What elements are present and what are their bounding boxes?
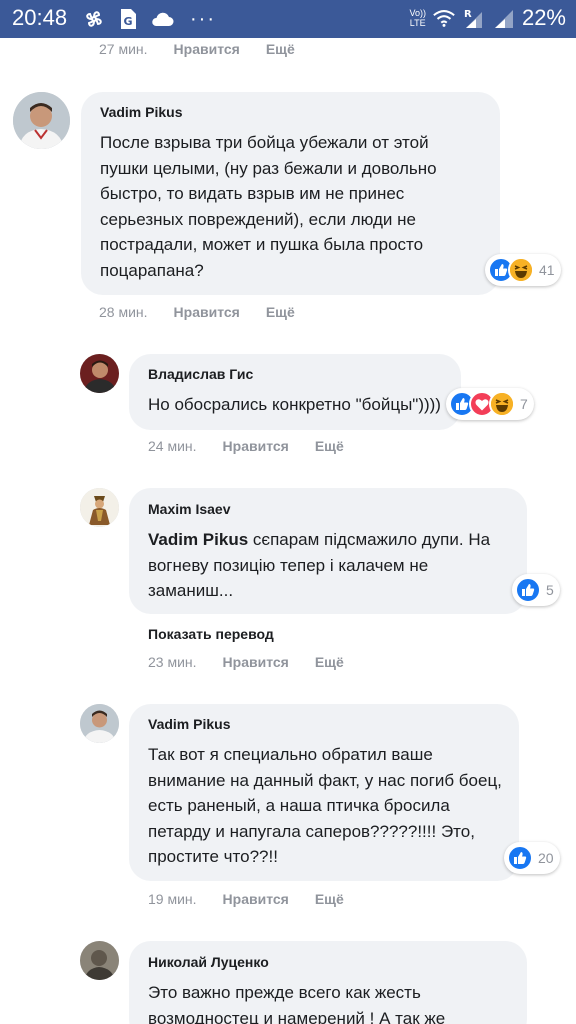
pinwheel-icon bbox=[82, 7, 106, 31]
comment-time: 23 мин. bbox=[148, 654, 197, 670]
more-button[interactable]: Ещё bbox=[315, 438, 344, 454]
reactions-summary[interactable]: 5 bbox=[512, 574, 560, 606]
comment-time: 24 мин. bbox=[148, 438, 197, 454]
comment-line: поцарапана? bbox=[100, 260, 204, 280]
svg-text:G: G bbox=[123, 15, 132, 28]
avatar[interactable] bbox=[80, 488, 119, 527]
comment-author[interactable]: Maxim Isaev bbox=[148, 501, 231, 517]
comment-line: После взрыва три бойца убежали от этой bbox=[100, 133, 429, 152]
volte-top: Vo)) bbox=[409, 8, 426, 18]
show-translation-link[interactable]: Показать перевод bbox=[148, 626, 274, 642]
comment-meta: 27 мин. Нравится Ещё bbox=[99, 41, 295, 57]
comment-line: быстро, то видать взрыв им не принес bbox=[100, 184, 405, 203]
comment-line: пострадали, может и пушка была просто bbox=[100, 235, 424, 254]
like-button[interactable]: Нравится bbox=[223, 891, 289, 907]
signal-icon bbox=[492, 6, 516, 30]
comment-line: внимание на данный факт, у нас погиб бое… bbox=[148, 770, 502, 790]
comment-line: простите что??!! bbox=[148, 847, 278, 866]
volte-bottom: LTE bbox=[409, 18, 426, 28]
comment-text: Vadim Pikus сєпарам підсмажило дупи. На … bbox=[148, 527, 518, 604]
comment-text: После взрыва три бойца убежали от этой п… bbox=[100, 130, 490, 283]
reaction-count: 5 bbox=[546, 582, 554, 598]
comment-line: Так вот я специально обратил ваше bbox=[148, 745, 433, 764]
system-icons: Vo)) LTE R 22% bbox=[409, 5, 566, 31]
comment-line: Vadim Pikus сєпарам підсмажило дупи. На bbox=[148, 527, 518, 553]
reaction-count: 7 bbox=[520, 396, 528, 412]
comment-author[interactable]: Vadim Pikus bbox=[148, 716, 230, 732]
reaction-count: 20 bbox=[538, 850, 554, 866]
comment-time: 28 мин. bbox=[99, 304, 148, 320]
reactions-summary[interactable]: 20 bbox=[504, 842, 560, 874]
comment-line: вогневу позицію тепер і калачем не bbox=[148, 555, 429, 575]
comment-author[interactable]: Vadim Pikus bbox=[100, 104, 182, 120]
avatar[interactable] bbox=[80, 941, 119, 980]
sim-g-icon: G bbox=[116, 7, 140, 31]
comment-meta: 24 мин. Нравится Ещё bbox=[148, 438, 344, 454]
more-button[interactable]: Ещё bbox=[266, 304, 295, 320]
comment-line: возмодностец и намерений ! А так же bbox=[148, 1008, 446, 1024]
comment-line: Это важно прежде всего как жесть bbox=[148, 983, 421, 1002]
svg-text:R: R bbox=[464, 9, 472, 20]
comment-time: 19 мин. bbox=[148, 891, 197, 907]
notification-icons: G ··· bbox=[82, 7, 216, 31]
comment-author[interactable]: Владислав Гис bbox=[148, 366, 253, 382]
comment-text: Так вот я специально обратил ваше вниман… bbox=[148, 742, 513, 870]
comment-line: Но обосрались конкретно "бойцы")))) bbox=[148, 395, 441, 414]
avatar[interactable] bbox=[80, 354, 119, 393]
comment-meta: 28 мин. Нравится Ещё bbox=[99, 304, 295, 320]
status-time: 20:48 bbox=[12, 5, 68, 30]
more-notifications: ··· bbox=[190, 8, 216, 30]
comment-meta: 23 мин. Нравится Ещё bbox=[148, 654, 344, 670]
more-button[interactable]: Ещё bbox=[266, 41, 295, 57]
comment-author[interactable]: Николай Луценко bbox=[148, 954, 269, 970]
like-button[interactable]: Нравится bbox=[174, 41, 240, 57]
status-bar: 20:48 G ··· Vo)) LTE R 22% bbox=[0, 0, 576, 38]
comment-time: 27 мин. bbox=[99, 41, 148, 57]
like-reaction-icon bbox=[515, 577, 541, 603]
like-button[interactable]: Нравится bbox=[223, 438, 289, 454]
cloud-icon bbox=[150, 7, 174, 31]
reactions-summary[interactable]: 7 bbox=[446, 388, 534, 420]
volte-indicator: Vo)) LTE bbox=[409, 8, 426, 28]
mention-link[interactable]: Vadim Pikus bbox=[148, 530, 248, 549]
wifi-icon bbox=[432, 6, 456, 30]
signal-r-icon: R bbox=[462, 6, 486, 30]
haha-reaction-icon bbox=[508, 257, 534, 283]
avatar[interactable] bbox=[80, 704, 119, 743]
comment-meta: 19 мин. Нравится Ещё bbox=[148, 891, 344, 907]
more-button[interactable]: Ещё bbox=[315, 654, 344, 670]
comment-line: пушки целыми, (ну раз бежали и довольно bbox=[100, 158, 437, 178]
reaction-count: 41 bbox=[539, 262, 555, 278]
comment-line-text: сєпарам підсмажило дупи. На bbox=[248, 530, 491, 549]
comment-line: серьезных повреждений), если люди не bbox=[100, 209, 416, 229]
comment-text: Это важно прежде всего как жесть возмодн… bbox=[148, 980, 518, 1024]
battery-level: 22% bbox=[521, 5, 566, 30]
like-reaction-icon bbox=[507, 845, 533, 871]
like-button[interactable]: Нравится bbox=[223, 654, 289, 670]
comment-line: петарду и напугала саперов?????!!!! Это, bbox=[148, 821, 475, 841]
like-button[interactable]: Нравится bbox=[174, 304, 240, 320]
reactions-summary[interactable]: 41 bbox=[485, 254, 561, 286]
haha-reaction-icon bbox=[489, 391, 515, 417]
more-button[interactable]: Ещё bbox=[315, 891, 344, 907]
avatar[interactable] bbox=[13, 92, 70, 149]
comment-text: Но обосрались конкретно "бойцы")))) bbox=[148, 392, 453, 418]
comment-line: есть раненый, а наша птичка бросила bbox=[148, 796, 450, 815]
comment-line: заманиш... bbox=[148, 581, 234, 600]
